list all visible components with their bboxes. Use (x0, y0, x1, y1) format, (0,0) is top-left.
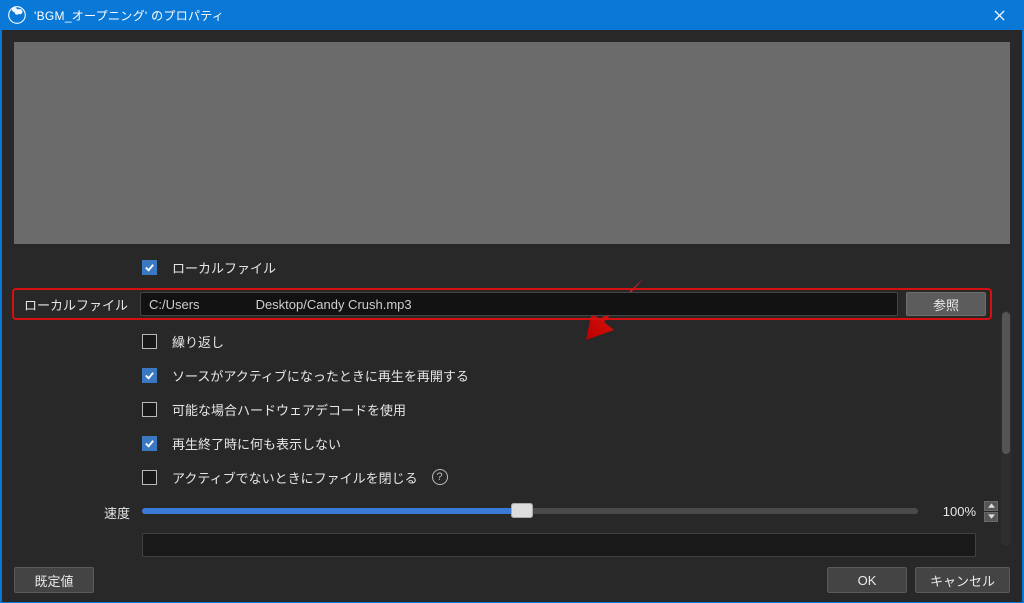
ok-button-label: OK (858, 573, 877, 588)
row-cutoff-partial (14, 532, 998, 558)
loop-checkbox[interactable] (142, 334, 157, 349)
row-close-file-inactive: アクティブでないときにファイルを閉じる ? (14, 464, 998, 490)
speed-slider[interactable] (142, 508, 918, 514)
local-file-checkbox-label: ローカルファイル (172, 258, 276, 277)
show-nothing-checkbox[interactable] (142, 436, 157, 451)
window-title: 'BGM_オープニング' のプロパティ (34, 7, 976, 24)
loop-label: 繰り返し (172, 332, 224, 351)
show-nothing-label: 再生終了時に何も表示しない (172, 434, 341, 453)
local-file-checkbox[interactable] (142, 260, 157, 275)
speed-spinner (984, 501, 998, 522)
cancel-button[interactable]: キャンセル (915, 567, 1010, 593)
row-local-file-checkbox: ローカルファイル (14, 254, 998, 280)
ok-button[interactable]: OK (827, 567, 907, 593)
browse-button[interactable]: 参照 (906, 292, 986, 316)
row-restart-playback: ソースがアクティブになったときに再生を再開する (14, 362, 998, 388)
dialog-footer: 既定値 OK キャンセル (2, 558, 1022, 602)
speed-value: 100% (926, 504, 976, 519)
obs-icon (8, 6, 26, 24)
row-speed: 速度 100% (14, 498, 998, 524)
titlebar: 'BGM_オープニング' のプロパティ (2, 0, 1022, 30)
row-hardware-decode: 可能な場合ハードウェアデコードを使用 (14, 396, 998, 422)
preview-placeholder (14, 42, 1010, 244)
preview-area (2, 30, 1022, 244)
restart-playback-checkbox[interactable] (142, 368, 157, 383)
vertical-scrollbar[interactable] (1001, 310, 1011, 546)
restart-playback-label: ソースがアクティブになったときに再生を再開する (172, 366, 469, 385)
help-icon[interactable]: ? (432, 469, 448, 485)
path-segment-1: C:/Users (149, 297, 200, 312)
close-inactive-label: アクティブでないときにファイルを閉じる (172, 468, 418, 487)
defaults-button-label: 既定値 (34, 571, 73, 590)
row-loop: 繰り返し (14, 328, 998, 354)
scrollbar-thumb[interactable] (1002, 312, 1010, 454)
speed-slider-fill (142, 508, 522, 514)
window-close-button[interactable] (976, 0, 1022, 30)
speed-step-up[interactable] (984, 501, 998, 511)
cutoff-select[interactable] (142, 533, 976, 557)
hw-decode-checkbox[interactable] (142, 402, 157, 417)
defaults-button[interactable]: 既定値 (14, 567, 94, 593)
row-local-file-path: ローカルファイル C:/Users Desktop/Candy Crush.mp… (12, 288, 992, 320)
cancel-button-label: キャンセル (930, 571, 995, 590)
close-inactive-checkbox[interactable] (142, 470, 157, 485)
local-file-label: ローカルファイル (14, 295, 140, 314)
speed-step-down[interactable] (984, 512, 998, 522)
row-show-nothing-done: 再生終了時に何も表示しない (14, 430, 998, 456)
hw-decode-label: 可能な場合ハードウェアデコードを使用 (172, 400, 406, 419)
speed-slider-thumb[interactable] (511, 503, 533, 518)
speed-label: 速度 (14, 501, 142, 522)
local-file-path-input[interactable]: C:/Users Desktop/Candy Crush.mp3 (140, 292, 898, 316)
path-segment-2: Desktop/Candy Crush.mp3 (256, 297, 412, 312)
browse-button-label: 参照 (933, 295, 959, 314)
